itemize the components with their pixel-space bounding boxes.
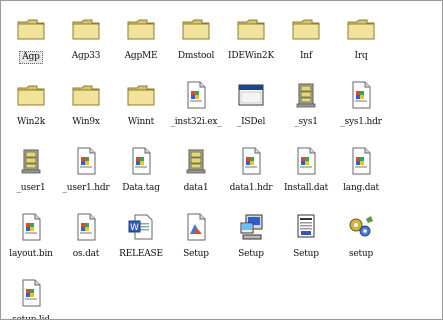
empty-grid-cell bbox=[389, 203, 442, 269]
generic-file-icon bbox=[125, 145, 157, 177]
file-label: Data.tag bbox=[122, 183, 160, 193]
file-label: IDEWin2K bbox=[228, 51, 274, 61]
file-label: Agp33 bbox=[71, 51, 101, 61]
generic-file-icon bbox=[290, 145, 322, 177]
file-label: _user1.hdr bbox=[62, 183, 110, 193]
file-item[interactable]: Win9x bbox=[59, 71, 113, 137]
generic-file-icon bbox=[345, 79, 377, 111]
file-label: Win2k bbox=[17, 117, 45, 127]
file-label: Setup bbox=[183, 249, 209, 259]
folder-icon bbox=[15, 79, 47, 111]
file-item[interactable]: lang.dat bbox=[334, 137, 388, 203]
file-item[interactable]: _ISDel bbox=[224, 71, 278, 137]
cabinet-archive-icon bbox=[290, 79, 322, 111]
file-label: Irq bbox=[354, 51, 368, 61]
file-label: _user1 bbox=[16, 183, 46, 193]
application-window-icon bbox=[235, 79, 267, 111]
file-label: _sys1 bbox=[294, 117, 318, 127]
file-label: _ISDel bbox=[236, 117, 266, 127]
file-label: AgpME bbox=[124, 51, 158, 61]
file-browser-window: Agp Agp33 AgpME Dmstool IDEWin2K Inf Irq bbox=[0, 0, 443, 320]
cabinet-archive-icon bbox=[180, 145, 212, 177]
generic-file-icon bbox=[345, 145, 377, 177]
bitmap-image-icon bbox=[180, 211, 212, 243]
file-item[interactable]: setup bbox=[334, 203, 388, 269]
folder-icon bbox=[70, 13, 102, 45]
file-item[interactable]: _user1.hdr bbox=[59, 137, 113, 203]
file-label: Win9x bbox=[72, 117, 100, 127]
file-item[interactable]: Dmstool bbox=[169, 5, 223, 71]
file-item[interactable]: Win2k bbox=[4, 71, 58, 137]
file-item[interactable]: _sys1.hdr bbox=[334, 71, 388, 137]
file-label: layout.bin bbox=[9, 249, 53, 259]
folder-icon bbox=[290, 13, 322, 45]
folder-icon bbox=[345, 13, 377, 45]
empty-grid-cell bbox=[389, 5, 442, 71]
file-item[interactable]: Irq bbox=[334, 5, 388, 71]
empty-grid-cell bbox=[389, 137, 442, 203]
file-label: setup.lid bbox=[12, 315, 50, 320]
file-label: Inf bbox=[299, 51, 313, 61]
file-item[interactable]: _sys1 bbox=[279, 71, 333, 137]
file-label: Dmstool bbox=[177, 51, 215, 61]
folder-icon bbox=[15, 13, 47, 45]
file-label: setup bbox=[348, 249, 374, 259]
setup-computer-icon bbox=[235, 211, 267, 243]
file-item[interactable]: Setup bbox=[279, 203, 333, 269]
file-item[interactable]: Agp33 bbox=[59, 5, 113, 71]
file-item[interactable]: Agp bbox=[4, 5, 58, 71]
file-label: _inst32i.ex_ bbox=[170, 117, 222, 127]
folder-icon bbox=[125, 79, 157, 111]
svg-text:W: W bbox=[130, 223, 139, 233]
folder-icon bbox=[235, 13, 267, 45]
generic-file-icon bbox=[70, 211, 102, 243]
file-item[interactable]: data1 bbox=[169, 137, 223, 203]
folder-icon bbox=[180, 13, 212, 45]
file-item[interactable]: _inst32i.ex_ bbox=[169, 71, 223, 137]
file-item[interactable]: data1.hdr bbox=[224, 137, 278, 203]
file-label: _sys1.hdr bbox=[340, 117, 382, 127]
file-icon-grid: Agp Agp33 AgpME Dmstool IDEWin2K Inf Irq bbox=[4, 5, 442, 320]
file-label: RELEASE bbox=[119, 249, 163, 259]
word-document-icon: W bbox=[125, 211, 157, 243]
file-item[interactable]: os.dat bbox=[59, 203, 113, 269]
gears-icon bbox=[345, 211, 377, 243]
file-item[interactable]: Data.tag bbox=[114, 137, 168, 203]
generic-file-icon bbox=[15, 211, 47, 243]
file-item[interactable]: Setup bbox=[224, 203, 278, 269]
file-label: Install.dat bbox=[283, 183, 329, 193]
file-label: Winnt bbox=[127, 117, 155, 127]
file-item[interactable]: Winnt bbox=[114, 71, 168, 137]
file-item[interactable]: _user1 bbox=[4, 137, 58, 203]
file-item[interactable]: W RELEASE bbox=[114, 203, 168, 269]
file-item[interactable]: AgpME bbox=[114, 5, 168, 71]
file-label: os.dat bbox=[72, 249, 100, 259]
generic-file-icon bbox=[15, 277, 47, 309]
empty-grid-cell bbox=[389, 71, 442, 137]
cabinet-archive-icon bbox=[15, 145, 47, 177]
file-item[interactable]: Inf bbox=[279, 5, 333, 71]
file-label: lang.dat bbox=[343, 183, 379, 193]
file-item[interactable]: setup.lid bbox=[4, 269, 58, 320]
config-settings-icon bbox=[290, 211, 322, 243]
generic-file-icon bbox=[235, 145, 267, 177]
generic-file-icon bbox=[180, 79, 212, 111]
file-label: Agp bbox=[19, 51, 43, 64]
generic-file-icon bbox=[70, 145, 102, 177]
file-label: Setup bbox=[293, 249, 319, 259]
file-item[interactable]: Setup bbox=[169, 203, 223, 269]
folder-icon bbox=[125, 13, 157, 45]
file-item[interactable]: Install.dat bbox=[279, 137, 333, 203]
file-label: data1.hdr bbox=[229, 183, 273, 193]
folder-icon bbox=[70, 79, 102, 111]
file-item[interactable]: IDEWin2K bbox=[224, 5, 278, 71]
file-label: data1 bbox=[183, 183, 209, 193]
file-label: Setup bbox=[238, 249, 264, 259]
file-item[interactable]: layout.bin bbox=[4, 203, 58, 269]
